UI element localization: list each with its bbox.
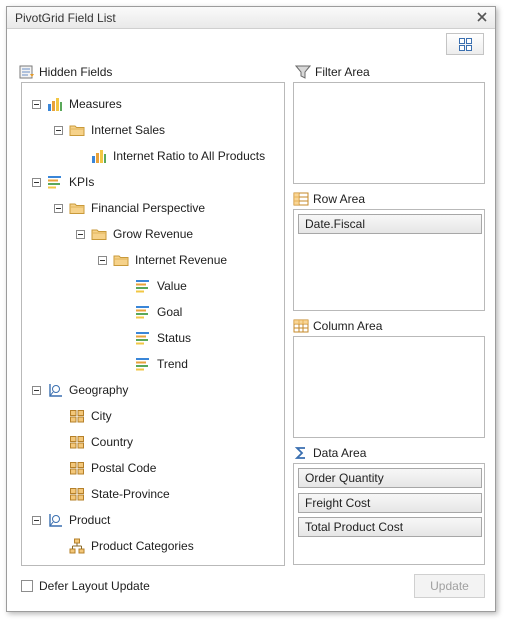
tree-item[interactable]: City	[54, 406, 112, 426]
window-title: PivotGrid Field List	[15, 11, 116, 25]
tree-item[interactable]: Financial Perspective	[54, 198, 205, 218]
folder-icon	[91, 226, 107, 242]
data-field-chip[interactable]: Freight Cost	[298, 493, 482, 513]
hierarchy-icon	[69, 538, 85, 554]
tree-item[interactable]: Product Categories	[54, 536, 194, 556]
tree-item-label: State-Province	[91, 487, 170, 501]
filter-area-label: Filter Area	[315, 65, 370, 79]
attribute-icon	[69, 486, 85, 502]
data-field-chip[interactable]: Total Product Cost	[298, 517, 482, 537]
collapse-toggle-icon[interactable]	[32, 177, 41, 187]
tree-item-label: Grow Revenue	[113, 227, 194, 241]
hidden-fields-label: Hidden Fields	[39, 65, 113, 79]
tree-item[interactable]: Measures	[32, 94, 122, 114]
measure-icon	[91, 148, 107, 164]
column-area-header: Column Area	[293, 318, 382, 334]
kpi-icon	[135, 356, 151, 372]
tree-item[interactable]: Product	[32, 510, 110, 530]
filter-area-panel[interactable]	[293, 82, 485, 184]
column-area-panel[interactable]	[293, 336, 485, 438]
tree-item-label: Geography	[69, 383, 129, 397]
collapse-toggle-icon[interactable]	[32, 99, 41, 109]
tree-item-label: Product Categories	[91, 539, 194, 553]
folder-icon	[113, 252, 129, 268]
column-area-label: Column Area	[313, 319, 383, 333]
tree-item-label: City	[91, 409, 112, 423]
tree-item-label: Value	[157, 279, 187, 293]
tree-item[interactable]: Internet Ratio to All Products	[76, 146, 265, 166]
folder-icon	[69, 122, 85, 138]
collapse-toggle-icon[interactable]	[76, 229, 85, 239]
tree-item-label: Internet Revenue	[135, 253, 228, 267]
layout-toggle-button[interactable]	[446, 33, 484, 55]
kpi-icon	[135, 304, 151, 320]
collapse-toggle-icon[interactable]	[32, 515, 41, 525]
tree-item-label: Postal Code	[91, 461, 157, 475]
collapse-toggle-icon[interactable]	[54, 203, 63, 213]
data-field-chip[interactable]: Order Quantity	[298, 468, 482, 488]
collapse-toggle-icon[interactable]	[54, 125, 63, 135]
attribute-icon	[69, 434, 85, 450]
tree-item-label: Internet Ratio to All Products	[113, 149, 266, 163]
tree-item-label: Measures	[69, 97, 122, 111]
tree-item[interactable]: Status	[120, 328, 191, 348]
collapse-toggle-icon[interactable]	[98, 255, 107, 265]
update-button[interactable]: Update	[414, 574, 485, 598]
tree-item[interactable]: Internet Sales	[54, 120, 165, 140]
tree-item-label: KPIs	[69, 175, 95, 189]
attribute-icon	[69, 460, 85, 476]
title-bar: PivotGrid Field List	[7, 7, 495, 29]
column-area-icon	[293, 319, 309, 333]
tree-item[interactable]: Grow Revenue	[76, 224, 193, 244]
tree-item-label: Internet Sales	[91, 123, 166, 137]
dimension-icon	[47, 382, 63, 398]
data-area-header: Data Area	[293, 445, 366, 461]
kpi-icon	[47, 174, 63, 190]
dimension-icon	[47, 512, 63, 528]
hidden-fields-panel[interactable]: Measures Internet Sales Internet Ratio to …	[21, 82, 285, 566]
filter-area-header: Filter Area	[295, 64, 370, 80]
kpi-icon	[135, 330, 151, 346]
collapse-toggle-icon[interactable]	[32, 385, 41, 395]
data-area-label: Data Area	[313, 446, 367, 460]
kpi-icon	[135, 278, 151, 294]
defer-layout-label: Defer Layout Update	[39, 579, 150, 593]
tree-item[interactable]: Goal	[120, 302, 182, 322]
row-area-icon	[293, 192, 309, 206]
row-area-panel[interactable]: Date.Fiscal	[293, 209, 485, 311]
tree-item[interactable]: Geography	[32, 380, 128, 400]
tree-item[interactable]: Internet Revenue	[98, 250, 227, 270]
row-area-header: Row Area	[293, 191, 365, 207]
tree-item[interactable]: Value	[120, 276, 187, 296]
field-list-icon	[19, 65, 34, 79]
tree-item-label: Country	[91, 435, 134, 449]
tree-item[interactable]: Country	[54, 432, 133, 452]
tree-item-label: Goal	[157, 305, 183, 319]
tree-item-label: Financial Perspective	[91, 201, 206, 215]
filter-icon	[295, 65, 311, 79]
tree-item[interactable]: KPIs	[32, 172, 94, 192]
folder-icon	[69, 200, 85, 216]
tree-item[interactable]: Trend	[120, 354, 188, 374]
attribute-icon	[69, 408, 85, 424]
row-field-chip[interactable]: Date.Fiscal	[298, 214, 482, 234]
hidden-fields-header: Hidden Fields	[19, 64, 112, 80]
sigma-icon	[294, 447, 305, 459]
defer-layout-checkbox[interactable]	[21, 580, 33, 592]
grid-layout-icon	[459, 38, 472, 51]
tree-item[interactable]: State-Province	[54, 484, 170, 504]
tree-item-label: Product	[69, 513, 111, 527]
field-list-dialog: PivotGrid Field List Hidden Fields Measu…	[6, 6, 496, 612]
close-icon[interactable]	[475, 10, 489, 24]
data-area-panel[interactable]: Order Quantity Freight Cost Total Produc…	[293, 463, 485, 565]
tree-item-label: Trend	[157, 357, 188, 371]
tree-item-label: Status	[157, 331, 192, 345]
row-area-label: Row Area	[313, 192, 366, 206]
tree-item[interactable]: Postal Code	[54, 458, 156, 478]
measures-icon	[47, 96, 63, 112]
